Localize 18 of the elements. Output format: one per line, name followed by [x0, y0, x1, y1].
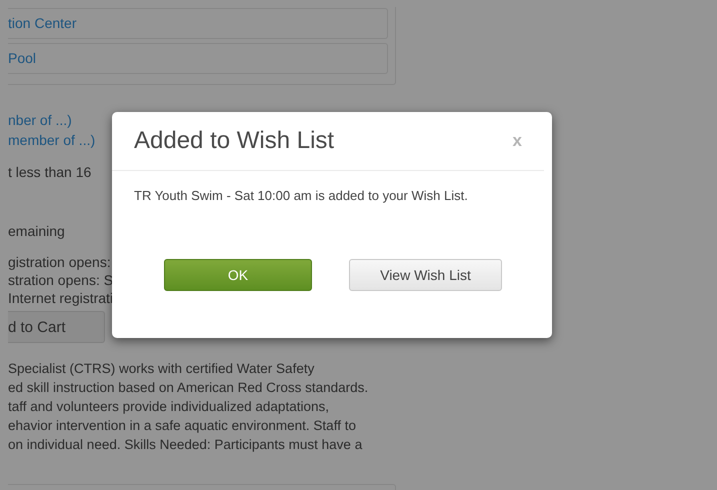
description-text: ehavior intervention in a safe aquatic environment. Staff to [8, 417, 357, 435]
view-wish-list-button[interactable]: View Wish List [349, 259, 502, 291]
location-option[interactable]: Pool [8, 43, 388, 74]
add-to-cart-button[interactable]: d to Cart [8, 311, 105, 343]
age-note: t less than 16 [8, 163, 92, 182]
description-text: taff and volunteers provide individualized adaptations, [8, 398, 330, 416]
dialog-title: Added to Wish List [134, 127, 334, 155]
description-text: Specialist (CTRS) works with certified Water Safety [8, 360, 316, 378]
location-option[interactable]: tion Center [8, 8, 388, 39]
remaining-text: emaining [8, 222, 66, 241]
dialog-message: TR Youth Swim - Sat 10:00 am is added to your Wish List. [133, 187, 469, 203]
registration-date-text: gistration opens: [8, 253, 112, 271]
description-text: ed skill instruction based on American Red Cross standards. [8, 379, 370, 397]
description-text: on individual need. Skills Needed: Participants must have a [8, 436, 364, 454]
registration-date-text: stration opens: S [8, 271, 112, 289]
ok-button[interactable]: OK [164, 259, 312, 291]
registration-date-text: Internet registrati [8, 289, 112, 307]
close-button[interactable]: x [512, 131, 522, 151]
